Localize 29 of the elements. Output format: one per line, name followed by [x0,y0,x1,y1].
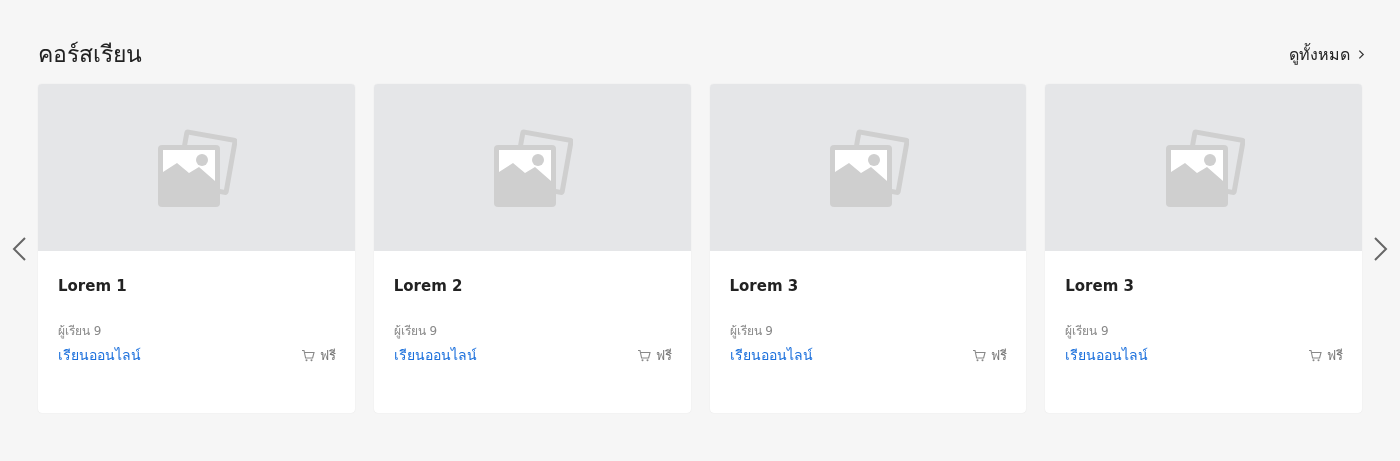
course-mode: เรียนออนไลน์ [393,346,477,365]
cart-icon [972,348,987,362]
cart-icon [636,348,651,362]
course-mode: เรียนออนไลน์ [58,346,141,365]
course-title: Lorem 2 [393,277,464,297]
course-title: Lorem 1 [58,277,128,297]
course-price: ฟรี [655,346,672,365]
cart-icon [1308,348,1322,362]
course-title: Lorem 3 [1065,277,1135,297]
chevron-right-icon [1373,235,1389,262]
course-title: Lorem 3 [729,277,800,297]
course-mode: เรียนออนไลน์ [1065,346,1149,365]
learner-count: ผู้เรียน 9 [58,323,103,340]
cart-icon [300,348,315,362]
chevron-right-icon [1358,48,1365,60]
section-title: คอร์สเรียน [38,40,142,69]
course-card[interactable]: Lorem 1 ผู้เรียน 9 เรียนออนไลน์ ฟรี [38,84,355,413]
course-mode: เรียนออนไลน์ [729,346,813,365]
course-card[interactable]: Lorem 3 ผู้เรียน 9 เรียนออนไลน์ ฟรี [1045,84,1362,413]
learner-count: ผู้เรียน 9 [393,323,439,340]
course-price: ฟรี [1327,346,1343,365]
course-card[interactable]: Lorem 2 ผู้เรียน 9 เรียนออนไลน์ ฟรี [373,84,691,413]
course-price: ฟรี [319,346,336,365]
course-price: ฟรี [991,346,1008,365]
learner-count: ผู้เรียน 9 [729,323,774,340]
view-all-link[interactable]: ดูทั้งหมด [1289,41,1365,67]
course-card[interactable]: Lorem 3 ผู้เรียน 9 เรียนออนไลน์ ฟรี [709,84,1027,413]
chevron-left-icon [11,235,27,262]
learner-count: ผู้เรียน 9 [1065,323,1110,340]
